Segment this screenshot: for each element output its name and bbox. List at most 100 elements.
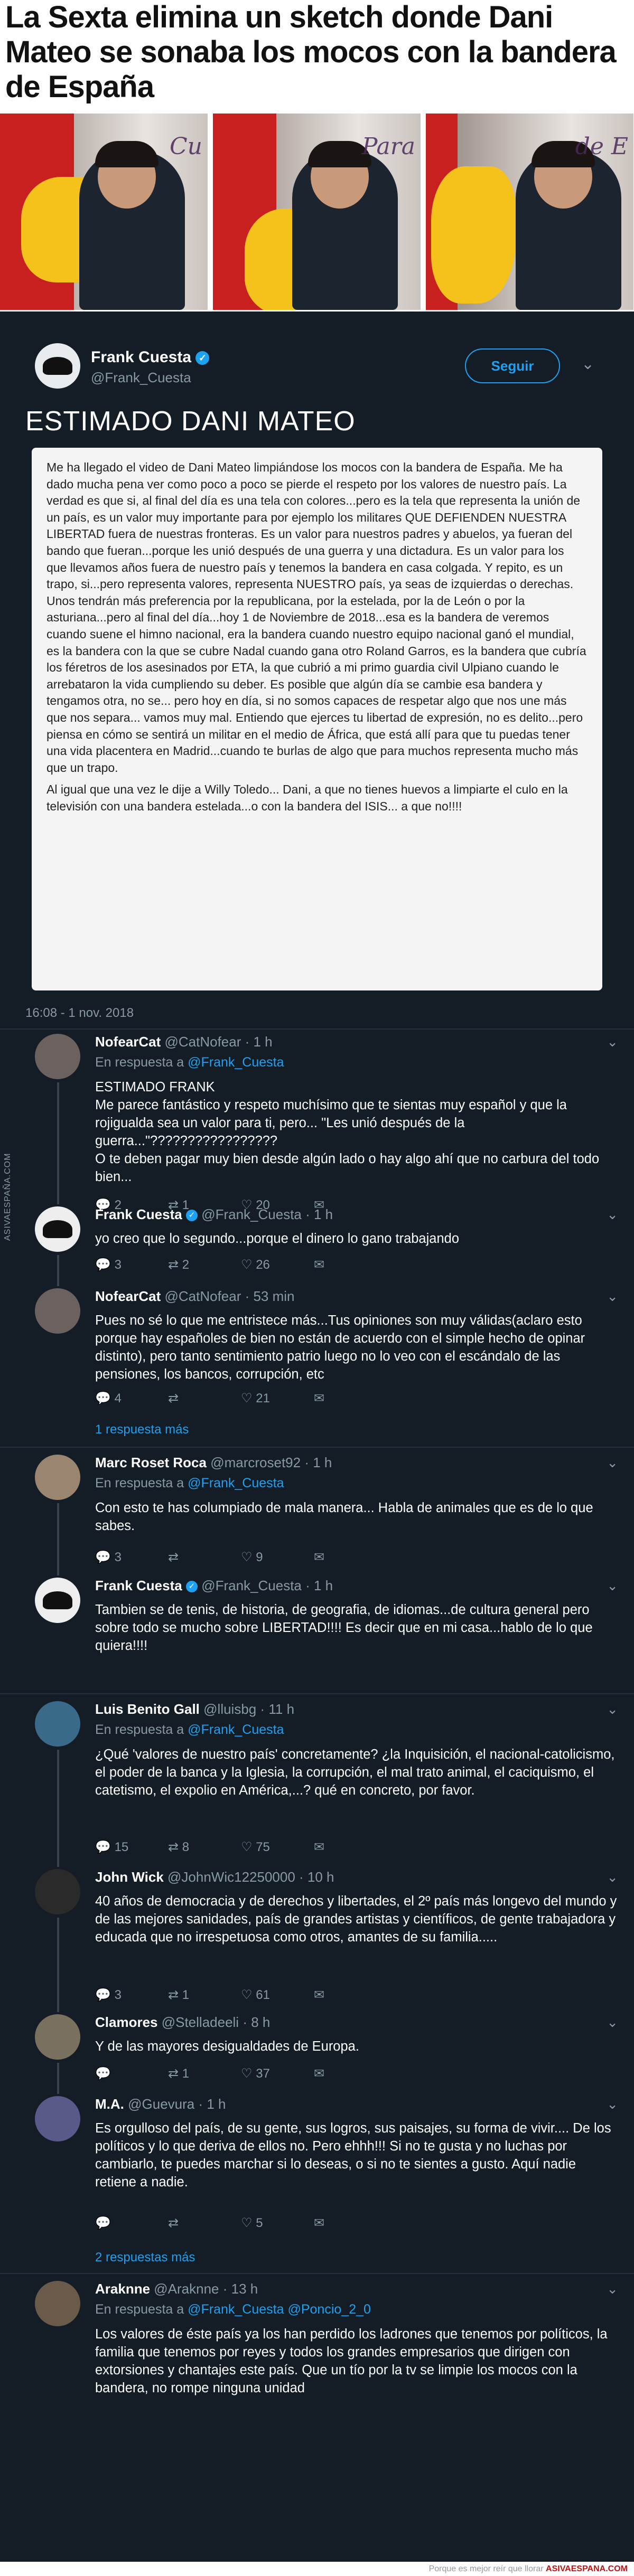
reply-time[interactable]: · 1 h (305, 1206, 333, 1222)
avatar[interactable] (35, 1288, 80, 1334)
dm-icon[interactable]: ✉ (314, 1839, 324, 1855)
reply-button[interactable]: 💬 3 (95, 1987, 122, 2003)
mention-link[interactable]: @Frank_Cuesta (188, 1476, 284, 1490)
like-button[interactable]: ♡ 37 (241, 2066, 270, 2081)
avatar[interactable] (35, 1034, 80, 1079)
chevron-down-icon[interactable]: ⌄ (607, 1701, 618, 1718)
reply-author-handle[interactable]: @JohnWic12250000 (164, 1869, 299, 1885)
dm-icon[interactable]: ✉ (314, 1391, 324, 1406)
reply-button[interactable]: 💬 3 (95, 1550, 122, 1565)
reply-author-name[interactable]: Luis Benito Gall (95, 1701, 200, 1717)
more-replies-link[interactable]: 2 respuestas más (95, 2250, 195, 2265)
reply-button[interactable]: 💬 (95, 2215, 111, 2231)
more-replies-link[interactable]: 1 respuesta más (95, 1422, 189, 1437)
chevron-down-icon[interactable]: ⌄ (581, 355, 594, 373)
dm-icon[interactable]: ✉ (314, 1987, 324, 2003)
mention-link[interactable]: @Frank_Cuesta (188, 1055, 284, 1070)
retweet-count: 8 (182, 1840, 190, 1854)
reply-author-name[interactable]: John Wick (95, 1869, 164, 1885)
chevron-down-icon[interactable]: ⌄ (607, 2096, 618, 2112)
reply-time[interactable]: · 13 h (223, 2281, 258, 2297)
reply-author-name[interactable]: Frank Cuesta (95, 1578, 182, 1593)
reply-button[interactable]: 💬 4 (95, 1391, 122, 1406)
reply-author-handle[interactable]: @Guevura (124, 2096, 199, 2112)
chevron-down-icon[interactable]: ⌄ (607, 1578, 618, 1594)
avatar[interactable] (35, 1206, 80, 1252)
chevron-down-icon[interactable]: ⌄ (607, 1206, 618, 1223)
mention-link[interactable]: @Frank_Cuesta (188, 1722, 284, 1737)
dm-icon[interactable]: ✉ (314, 1550, 324, 1565)
dm-icon[interactable]: ✉ (314, 2066, 324, 2081)
reply-author-name[interactable]: NofearCat (95, 1288, 161, 1304)
like-button[interactable]: ♡ 21 (241, 1391, 270, 1406)
reply-author-handle[interactable]: @Frank_Cuesta (198, 1206, 305, 1222)
like-button[interactable]: ♡ 26 (241, 1257, 270, 1272)
reply-author-handle[interactable]: @Frank_Cuesta (198, 1578, 305, 1593)
avatar[interactable] (35, 2096, 80, 2141)
chevron-down-icon[interactable]: ⌄ (607, 1034, 618, 1050)
reply-author-handle[interactable]: @Stelladeeli (158, 2014, 243, 2030)
reply-header: Marc Roset Roca @marcroset92 · 1 h (95, 1455, 332, 1471)
chevron-down-icon[interactable]: ⌄ (607, 1455, 618, 1471)
author-handle[interactable]: @Frank_Cuesta (91, 370, 191, 386)
reply-time[interactable]: · 53 min (245, 1288, 295, 1304)
retweet-button[interactable]: ⇄ 1 (168, 1987, 189, 2003)
dm-icon[interactable]: ✉ (314, 1257, 324, 1272)
reply-header: Frank Cuesta ✓ @Frank_Cuesta · 1 h (95, 1206, 333, 1223)
tweet-timestamp[interactable]: 16:08 - 1 nov. 2018 (25, 1006, 134, 1021)
avatar[interactable] (35, 2281, 80, 2326)
follow-button[interactable]: Seguir (465, 348, 560, 383)
letter-image[interactable]: Me ha llegado el video de Dani Mateo lim… (32, 448, 602, 990)
retweet-button[interactable]: ⇄ 1 (168, 2066, 189, 2081)
reply-time[interactable]: · 10 h (299, 1869, 334, 1885)
avatar[interactable] (35, 343, 80, 389)
reply-text: ESTIMADO FRANK Me parece fantástico y res… (95, 1078, 618, 1186)
like-button[interactable]: ♡ 61 (241, 1987, 270, 2003)
reply-author-name[interactable]: Clamores (95, 2014, 158, 2030)
retweet-icon: ⇄ (168, 2067, 182, 2081)
reply-button[interactable]: 💬 15 (95, 1839, 128, 1855)
reply-author-name[interactable]: NofearCat (95, 1034, 161, 1050)
avatar[interactable] (35, 2014, 80, 2060)
reply-time[interactable]: · 1 h (304, 1455, 332, 1470)
dm-icon[interactable]: ✉ (314, 2215, 324, 2231)
retweet-button[interactable]: ⇄ (168, 1391, 179, 1406)
reply-author-handle[interactable]: @CatNofear (161, 1288, 245, 1304)
reply-text: Y de las mayores desigualdades de Europa… (95, 2037, 618, 2055)
author-name[interactable]: Frank Cuesta (91, 348, 191, 366)
like-button[interactable]: ♡ 75 (241, 1839, 270, 1855)
like-button[interactable]: ♡ 5 (241, 2215, 263, 2231)
reply-author-name[interactable]: Marc Roset Roca (95, 1455, 207, 1470)
avatar[interactable] (35, 1578, 80, 1623)
reply-time[interactable]: · 11 h (260, 1701, 294, 1717)
retweet-button[interactable]: ⇄ (168, 1550, 179, 1565)
reply-count: 15 (114, 1840, 129, 1854)
mention-link[interactable]: @Frank_Cuesta @Poncio_2_0 (188, 2302, 371, 2317)
reply-time[interactable]: · 8 h (243, 2014, 270, 2030)
retweet-button[interactable]: ⇄ (168, 2215, 179, 2231)
reply-button[interactable]: 💬 3 (95, 1257, 122, 1272)
avatar[interactable] (35, 1455, 80, 1500)
reply-author-name[interactable]: Araknne (95, 2281, 150, 2297)
like-button[interactable]: ♡ 9 (241, 1550, 263, 1565)
reply-time[interactable]: · 1 h (305, 1578, 333, 1593)
reply-author-handle[interactable]: @CatNofear (161, 1034, 245, 1050)
retweet-button[interactable]: ⇄ 2 (168, 1257, 189, 1272)
in-reply-to: En respuesta a @Frank_Cuesta @Poncio_2_0 (95, 2302, 371, 2317)
retweet-button[interactable]: ⇄ 8 (168, 1839, 189, 1855)
chevron-down-icon[interactable]: ⌄ (607, 1869, 618, 1885)
chevron-down-icon[interactable]: ⌄ (607, 2014, 618, 2031)
footer-brand[interactable]: ASIVAESPANA.COM (546, 2564, 628, 2573)
reply-author-handle[interactable]: @Araknne (150, 2281, 223, 2297)
avatar[interactable] (35, 1869, 80, 1914)
reply-time[interactable]: · 1 h (245, 1034, 273, 1050)
chevron-down-icon[interactable]: ⌄ (607, 2281, 618, 2297)
reply-author-handle[interactable]: @marcroset92 (207, 1455, 304, 1470)
avatar[interactable] (35, 1701, 80, 1747)
reply-author-name[interactable]: M.A. (95, 2096, 124, 2112)
reply-author-name[interactable]: Frank Cuesta (95, 1206, 182, 1222)
chevron-down-icon[interactable]: ⌄ (607, 1288, 618, 1305)
reply-time[interactable]: · 1 h (198, 2096, 226, 2112)
reply-author-handle[interactable]: @lluisbg (200, 1701, 260, 1717)
reply-button[interactable]: 💬 (95, 2066, 111, 2081)
